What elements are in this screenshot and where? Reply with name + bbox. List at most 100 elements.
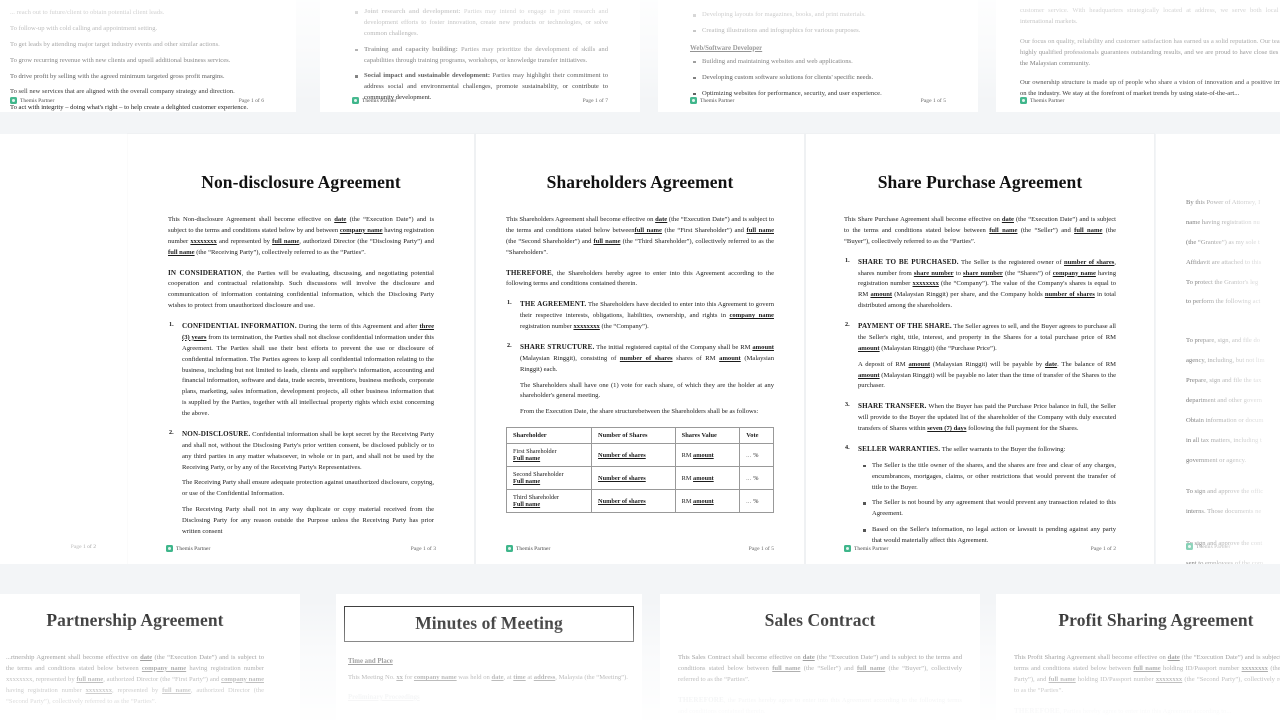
shares-value-text: Number of shares [598, 474, 646, 482]
placeholder-field: full name [772, 664, 801, 672]
placeholder-field: full name [1074, 226, 1103, 234]
doc-line: or take proceedings against [0, 359, 96, 370]
doc-line: to perform the following act [1186, 298, 1261, 306]
placeholder-field: date [1044, 360, 1058, 368]
page-number: Page 1 of 7 [582, 97, 608, 104]
text-run: (Malaysian Ringgit) will be payable no l… [858, 371, 1116, 390]
vote-unit: % [753, 451, 759, 459]
warranty-text: The Seller is not bound by any agreement… [872, 499, 1116, 518]
doc-footer: Themis Partner Page 1 of 2 [844, 545, 1116, 552]
doc-card-freelance-services-agreement[interactable]: Developing layouts for magazines, books,… [658, 0, 978, 112]
placeholder-field: company name [221, 675, 264, 683]
clause-paragraph: SHARE TRANSFER. When the Buyer has paid … [858, 401, 1116, 435]
doc-footer: Themis Partner Page 1 of 2 [0, 543, 96, 550]
doc-card-company-profile[interactable]: customer service. With headquarters stra… [996, 0, 1280, 112]
doc-card-non-disclosure-agreement[interactable]: Non-disclosure Agreement This Non-disclo… [128, 134, 474, 564]
brand-name: Themis Partner [854, 545, 889, 552]
section-label: CEO [1186, 528, 1280, 535]
text-run: was held on [456, 674, 492, 681]
clause-paragraph: PAYMENT OF THE SHARE. The Seller agrees … [858, 321, 1116, 355]
currency-prefix: RM [681, 474, 694, 482]
text-run: (the “First Shareholder”) and [661, 226, 747, 234]
section-heading: Time and Place [348, 658, 393, 665]
brand-name: Themis Partner [176, 545, 211, 552]
clause-item: THE AGREEMENT. The Shareholders have dec… [507, 299, 775, 333]
bullet-text: Building and maintaining websites and we… [702, 57, 853, 65]
doc-line: authorized Director (the [0, 220, 96, 231]
clause-body: During the term of this Agreement and af… [182, 323, 434, 417]
cell-number-of-shares: Number of shares [591, 489, 676, 514]
placeholder-field: full name [634, 226, 662, 234]
text-run: This Profit Sharing Agreement shall beco… [1014, 654, 1168, 661]
doc-card-power-of-attorney[interactable]: P By this Power of Attorney, I name havi… [1156, 134, 1280, 564]
brand-mark: Themis Partner [1186, 543, 1230, 550]
brand-name: Themis Partner [700, 97, 735, 104]
amount-text: amount [693, 451, 714, 459]
text-run: , Malaysia (the “Meeting”). [555, 674, 628, 681]
list-item: Developing custom software solutions for… [693, 73, 946, 84]
clause-heading: PAYMENT OF THE SHARE. [858, 322, 952, 330]
doc-line: cost and demands for or by [0, 319, 96, 330]
doc-card-share-purchase-agreement[interactable]: Share Purchase Agreement This Share Purc… [806, 134, 1154, 564]
clause-heading: SHARE TRANSFER. [858, 402, 927, 411]
doc-card-shareholders-agreement[interactable]: Shareholders Agreement This Shareholders… [476, 134, 804, 564]
themis-logo-icon [166, 545, 173, 552]
doc-line: expenses, demands, damages, [0, 419, 96, 430]
placeholder-field: date [140, 654, 153, 661]
doc-line: agency, including, but not lim [1186, 357, 1265, 365]
table-row: First Shareholder Full name Number of sh… [505, 443, 774, 468]
share-structure-table: Shareholder Number of Shares Shares Valu… [505, 427, 774, 514]
doc-therefore-paragraph: THEREFORE, Parties hereby agree to enter… [1014, 706, 1280, 718]
placeholder-field: amount [858, 371, 880, 379]
doc-card-memorandum-of-understanding[interactable]: Joint research and development: Parties … [320, 0, 640, 112]
table-row: Second Shareholder Full name Number of s… [505, 466, 774, 491]
doc-card-sales-contract[interactable]: Sales Contract This Sales Contract shall… [660, 594, 980, 720]
placeholder-field: xxxxxxxx [1241, 664, 1268, 672]
placeholder-field: company name [729, 312, 775, 320]
doc-card-minutes-of-meeting[interactable]: Minutes of Meeting Time and Place This M… [336, 594, 642, 720]
text-run: to [953, 269, 964, 277]
doc-card-release-agreement[interactable]: ent ution Date") and is subject to autho… [0, 134, 128, 564]
clause-item: CONFIDENTIAL INFORMATION. During the ter… [169, 321, 434, 420]
doc-card-profit-sharing-agreement[interactable]: Profit Sharing Agreement This Profit Sha… [996, 594, 1280, 720]
placeholder-field: number of shares [1063, 258, 1115, 266]
placeholder-field: xxxxxxxx [912, 280, 939, 288]
clause-paragraph: CONFIDENTIAL INFORMATION. During the ter… [182, 321, 434, 420]
text-run: (the “Seller”) and [800, 664, 857, 672]
amount-text: amount [693, 497, 714, 505]
doc-title: Profit Sharing Agreement [1058, 610, 1254, 630]
clause-extra-paragraph: The Receiving Party shall ensure adequat… [182, 479, 434, 498]
placeholder-field: xxxxxxxx [85, 686, 112, 694]
cell-number-of-shares: Number of shares [591, 443, 676, 468]
list-item: The Seller is not bound by any agreement… [863, 498, 1116, 520]
cell-vote: ... % [739, 489, 774, 514]
bullet-text: Developing custom software solutions for… [702, 73, 874, 81]
table-row: Third Shareholder Full name Number of sh… [505, 489, 774, 514]
text-run: (Malaysian Ringgit) will be payable by [930, 360, 1045, 368]
placeholder-field: full name [989, 226, 1018, 234]
section-label: COMP [1186, 476, 1280, 483]
clause-lead: THEREFORE [678, 695, 724, 704]
doc-title: Partnership Agreement [46, 610, 224, 630]
doc-line: agreement, to any third party. [0, 478, 96, 489]
doc-line: To grow recurring revenue with new clien… [10, 56, 231, 64]
doc-footer: Themis Partner Page [1020, 97, 1280, 104]
text-run: The Seller is the registered owner of [958, 258, 1064, 266]
placeholder-field: date [1167, 654, 1180, 661]
placeholder-field: xxxxxxxx [190, 237, 217, 245]
text-run: A deposit of RM [858, 360, 909, 368]
clause-paragraph: SHARE STRUCTURE. The initial registered … [520, 342, 774, 376]
text-run: (the “Receiving Party”), collectively re… [194, 248, 366, 256]
section-heading: Web/Software Developer [690, 44, 763, 52]
vote-value: ... [746, 475, 752, 482]
doc-line: and construed in accordance [0, 498, 96, 509]
list-item: Developing layouts for magazines, books,… [693, 10, 946, 21]
brand-name: Themis Partner [20, 97, 55, 104]
clause-extra-paragraph: A deposit of RM amount (Malaysian Ringgi… [858, 360, 1116, 393]
doc-card-business-development-plan[interactable]: ... reach out to future/client to obtain… [0, 0, 296, 112]
doc-line: To prepare, sign, and file do [1186, 337, 1261, 345]
vote-value: ... [746, 498, 752, 505]
doc-title: Non-disclosure Agreement [201, 172, 401, 192]
placeholder-field: amount [719, 354, 741, 362]
doc-card-partnership-agreement[interactable]: Partnership Agreement ...rtnership Agree… [0, 594, 300, 720]
